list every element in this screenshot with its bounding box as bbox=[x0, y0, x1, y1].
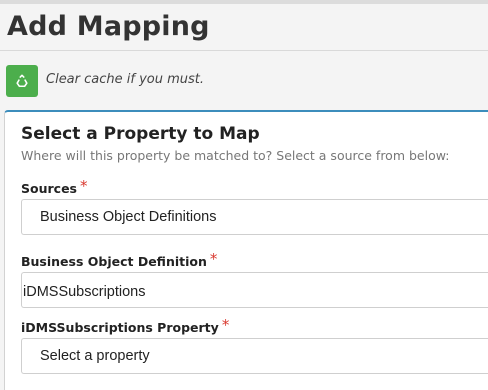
page-title: Add Mapping bbox=[7, 11, 210, 42]
card-subtitle: Where will this property be matched to? … bbox=[21, 148, 450, 163]
property-label: iDMSSubscriptions Property * bbox=[21, 316, 230, 336]
sources-label: Sources * bbox=[21, 177, 88, 197]
clear-cache-message: Clear cache if you must. bbox=[46, 72, 205, 87]
card-title: Select a Property to Map bbox=[21, 124, 260, 144]
sources-select-value: Business Object Definitions bbox=[40, 209, 217, 225]
business-object-definition-label-text: Business Object Definition bbox=[21, 254, 207, 269]
required-marker: * bbox=[209, 250, 218, 268]
top-bar bbox=[0, 0, 488, 4]
clear-cache-button[interactable] bbox=[6, 65, 38, 97]
business-object-definition-label: Business Object Definition * bbox=[21, 250, 218, 270]
required-marker: * bbox=[79, 177, 88, 195]
property-label-text: iDMSSubscriptions Property bbox=[21, 320, 219, 335]
required-marker: * bbox=[221, 316, 230, 334]
title-divider bbox=[0, 50, 488, 51]
property-select-value: Select a property bbox=[40, 348, 150, 364]
business-object-definition-value: iDMSSubscriptions bbox=[23, 284, 146, 300]
sources-label-text: Sources bbox=[21, 181, 77, 196]
recycle-icon bbox=[15, 74, 29, 88]
